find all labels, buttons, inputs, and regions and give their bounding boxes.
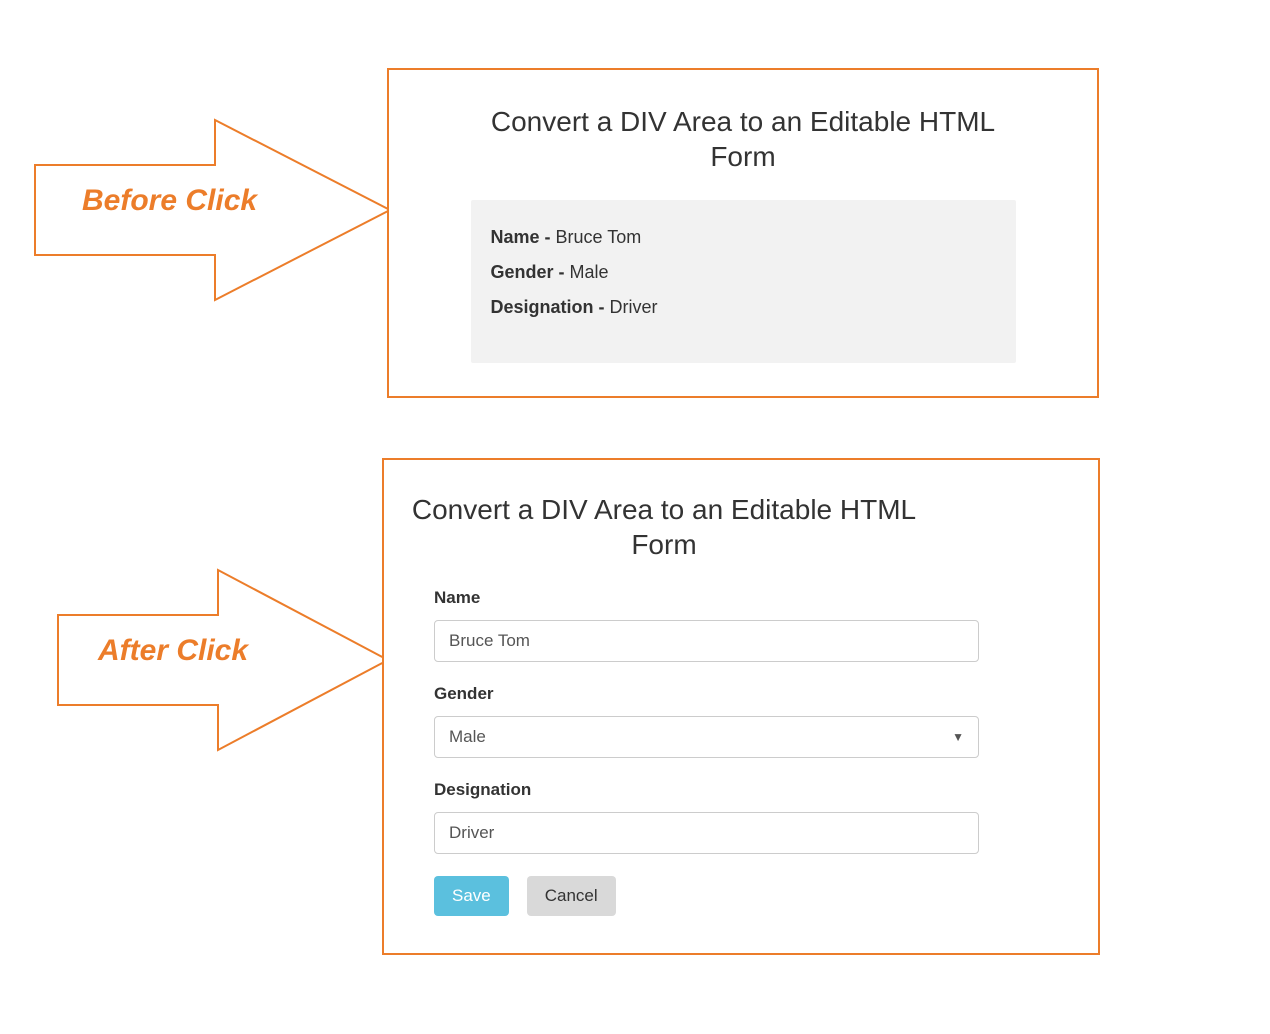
after-click-arrow: After Click: [58, 570, 388, 750]
before-panel-title: Convert a DIV Area to an Editable HTML F…: [473, 104, 1013, 174]
gender-value: Male: [570, 262, 609, 282]
form-group-name: Name Bruce Tom: [434, 588, 979, 662]
name-field-label: Name: [434, 588, 979, 608]
button-row: Save Cancel: [434, 876, 1048, 916]
readonly-designation-row: Designation - Driver: [491, 290, 996, 325]
designation-value: Driver: [610, 297, 658, 317]
name-label: Name -: [491, 227, 556, 247]
form-group-designation: Designation Driver: [434, 780, 979, 854]
gender-select-value: Male: [449, 727, 486, 747]
readonly-name-row: Name - Bruce Tom: [491, 220, 996, 255]
after-panel: Convert a DIV Area to an Editable HTML F…: [382, 458, 1100, 955]
gender-select[interactable]: Male ▼: [434, 716, 979, 758]
designation-label: Designation -: [491, 297, 610, 317]
designation-input[interactable]: Driver: [434, 812, 979, 854]
cancel-button[interactable]: Cancel: [527, 876, 616, 916]
readonly-gender-row: Gender - Male: [491, 255, 996, 290]
name-input[interactable]: Bruce Tom: [434, 620, 979, 662]
readonly-display[interactable]: Name - Bruce Tom Gender - Male Designati…: [471, 200, 1016, 363]
name-value: Bruce Tom: [556, 227, 642, 247]
designation-input-value: Driver: [449, 823, 494, 843]
save-button[interactable]: Save: [434, 876, 509, 916]
before-panel: Convert a DIV Area to an Editable HTML F…: [387, 68, 1099, 398]
before-click-label: Before Click: [82, 184, 257, 218]
designation-field-label: Designation: [434, 780, 979, 800]
after-click-label: After Click: [98, 634, 248, 668]
form-group-gender: Gender Male ▼: [434, 684, 979, 758]
gender-field-label: Gender: [434, 684, 979, 704]
gender-label: Gender -: [491, 262, 570, 282]
after-panel-title: Convert a DIV Area to an Editable HTML F…: [394, 492, 934, 562]
name-input-value: Bruce Tom: [449, 631, 530, 651]
chevron-down-icon: ▼: [952, 730, 964, 744]
before-click-arrow: Before Click: [35, 120, 390, 300]
